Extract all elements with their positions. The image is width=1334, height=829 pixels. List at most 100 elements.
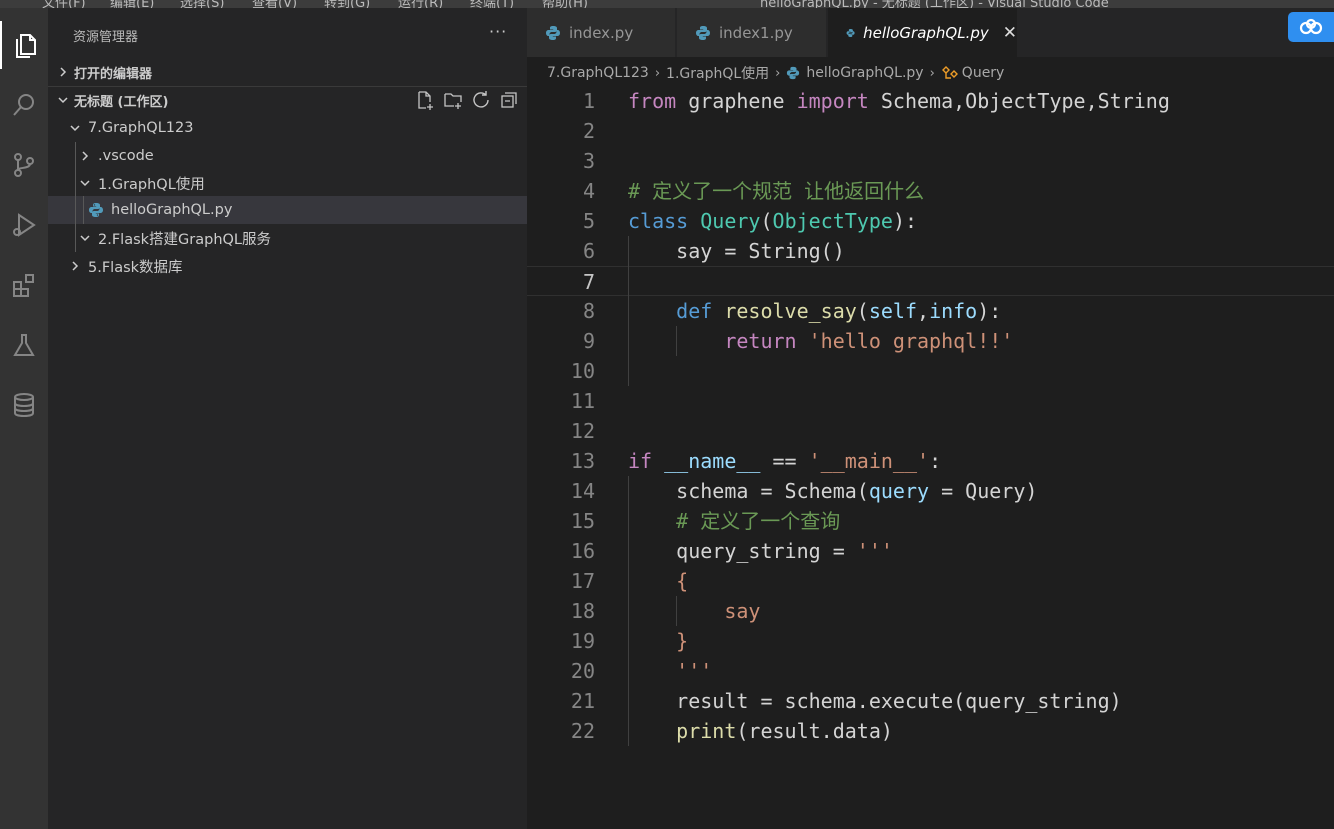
collapse-all-icon[interactable] xyxy=(499,90,519,110)
code-line[interactable]: 22 print(result.data) xyxy=(527,716,1334,746)
code-line[interactable]: 17 { xyxy=(527,566,1334,596)
line-number: 13 xyxy=(570,449,595,473)
code-line[interactable]: 8 def resolve_say(self,info): xyxy=(527,296,1334,326)
code-line[interactable]: 19 } xyxy=(527,626,1334,656)
line-number: 5 xyxy=(582,209,595,233)
code-token: = Query) xyxy=(929,479,1038,503)
code-token: : xyxy=(929,449,942,473)
code-line[interactable]: 6 say = String() xyxy=(527,236,1334,266)
tree-folder-vscode[interactable]: .vscode xyxy=(48,142,527,170)
code-text: def resolve_say(self,info): xyxy=(628,296,1001,326)
code-line[interactable]: 14 schema = Schema(query = Query) xyxy=(527,476,1334,506)
source-control-icon[interactable] xyxy=(0,141,48,189)
code-line[interactable]: 15 # 定义了一个查询 xyxy=(527,506,1334,536)
breadcrumb-item[interactable]: 1.GraphQL使用 xyxy=(666,63,769,83)
menu-selection[interactable]: 选择(S) xyxy=(180,0,224,8)
code-token: , xyxy=(917,299,930,323)
code-line[interactable]: 10 xyxy=(527,356,1334,386)
line-number: 11 xyxy=(570,389,595,413)
refresh-icon[interactable] xyxy=(471,90,491,110)
line-number: 12 xyxy=(570,419,595,443)
line-number: 8 xyxy=(582,299,595,323)
code-token: return xyxy=(724,329,797,353)
menu-run[interactable]: 运行(R) xyxy=(398,0,443,8)
explorer-sidebar: 资源管理器 ··· 打开的编辑器 无标题 (工作区) 7.GraphQL123 … xyxy=(48,8,527,829)
line-number: 15 xyxy=(570,509,595,533)
code-line[interactable]: 13 if __name__ == '__main__': xyxy=(527,446,1334,476)
breadcrumb-item[interactable]: 7.GraphQL123 xyxy=(547,65,649,81)
code-line[interactable]: 5 class Query(ObjectType): xyxy=(527,206,1334,236)
menu-view[interactable]: 查看(V) xyxy=(252,0,297,8)
database-icon[interactable] xyxy=(0,381,48,429)
close-icon[interactable]: ✕ xyxy=(1003,23,1017,43)
code-token: print xyxy=(676,719,737,743)
new-folder-icon[interactable] xyxy=(443,90,463,110)
code-line[interactable]: 12 xyxy=(527,416,1334,446)
explorer-icon[interactable] xyxy=(0,21,48,69)
code-line[interactable]: 1 from graphene import Schema,ObjectType,… xyxy=(527,86,1334,116)
menu-terminal[interactable]: 终端(T) xyxy=(470,0,514,8)
code-token: 'hello graphql!!' xyxy=(808,329,1014,353)
code-text: result = schema.execute(query_string) xyxy=(628,686,1122,716)
code-token: __name__ xyxy=(664,449,761,473)
tree-item-label: 5.Flask数据库 xyxy=(88,259,183,276)
open-editors-section[interactable]: 打开的编辑器 xyxy=(48,59,527,85)
cloud-sync-icon[interactable] xyxy=(1288,12,1334,42)
tree-folder-flask-graphql[interactable]: 2.Flask搭建GraphQL服务 xyxy=(48,224,527,252)
code-line[interactable]: 20 ''' xyxy=(527,656,1334,686)
workspace-section[interactable]: 无标题 (工作区) xyxy=(48,87,527,113)
code-line[interactable]: 3 xyxy=(527,146,1334,176)
menu-edit[interactable]: 编辑(E) xyxy=(110,0,154,8)
code-token: result = schema.execute(query_string) xyxy=(628,689,1122,713)
line-number: 3 xyxy=(582,149,595,173)
code-line[interactable]: 16 query_string = ''' xyxy=(527,536,1334,566)
code-token: Schema,ObjectType,String xyxy=(868,89,1170,113)
search-icon[interactable] xyxy=(0,81,48,129)
tree-file-hellographql[interactable]: helloGraphQL.py xyxy=(48,196,527,224)
code-text: ''' xyxy=(628,656,712,686)
code-token: schema = Schema( xyxy=(628,479,869,503)
python-file-icon xyxy=(787,66,800,80)
run-debug-icon[interactable] xyxy=(0,201,48,249)
code-token: } xyxy=(676,629,689,653)
code-line[interactable]: 18 say xyxy=(527,596,1334,626)
line-number: 10 xyxy=(570,359,595,383)
code-line[interactable]: 11 xyxy=(527,386,1334,416)
tree-folder-graphql-usage[interactable]: 1.GraphQL使用 xyxy=(48,169,527,197)
line-number: 9 xyxy=(582,329,595,353)
tree-folder-graphql123[interactable]: 7.GraphQL123 xyxy=(48,114,527,142)
editor-area: index.py index1.py helloGraphQL.py ✕ 7.G… xyxy=(527,8,1334,829)
python-file-icon xyxy=(546,25,560,40)
code-line[interactable]: 2 xyxy=(527,116,1334,146)
code-token: ): xyxy=(977,299,1002,323)
code-line[interactable]: 7 xyxy=(527,266,1334,296)
tab-hellographql-py[interactable]: helloGraphQL.py ✕ xyxy=(828,8,1018,57)
line-number: 22 xyxy=(570,719,595,743)
tab-index1-py[interactable]: index1.py xyxy=(677,8,827,57)
more-actions-icon[interactable]: ··· xyxy=(489,22,507,41)
code-line[interactable]: 9 return 'hello graphql!!' xyxy=(527,326,1334,356)
chevron-right-icon xyxy=(82,151,89,161)
menu-help[interactable]: 帮助(H) xyxy=(542,0,588,8)
code-line[interactable]: 21 result = schema.execute(query_string) xyxy=(527,686,1334,716)
tree-folder-flask-db[interactable]: 5.Flask数据库 xyxy=(48,252,527,280)
testing-icon[interactable] xyxy=(0,321,48,369)
breadcrumb-item[interactable]: Query xyxy=(962,65,1005,81)
tab-label: helloGraphQL.py xyxy=(863,23,989,42)
tab-index-py[interactable]: index.py xyxy=(527,8,676,57)
line-number: 18 xyxy=(570,599,595,623)
code-line[interactable]: 4 # 定义了一个规范 让他返回什么 xyxy=(527,176,1334,206)
class-symbol-icon xyxy=(941,66,958,79)
new-file-icon[interactable] xyxy=(415,90,435,110)
code-token: Query xyxy=(700,209,761,233)
code-token: == xyxy=(760,449,809,473)
menu-file[interactable]: 文件(F) xyxy=(42,0,86,8)
code-token: '__main__' xyxy=(808,449,930,473)
extensions-icon[interactable] xyxy=(0,261,48,309)
breadcrumb-item[interactable]: helloGraphQL.py xyxy=(806,65,923,81)
menu-go[interactable]: 转到(G) xyxy=(324,0,370,8)
window-title: helloGraphQL.py - 无标题 (工作区) - Visual Stu… xyxy=(760,0,1109,8)
